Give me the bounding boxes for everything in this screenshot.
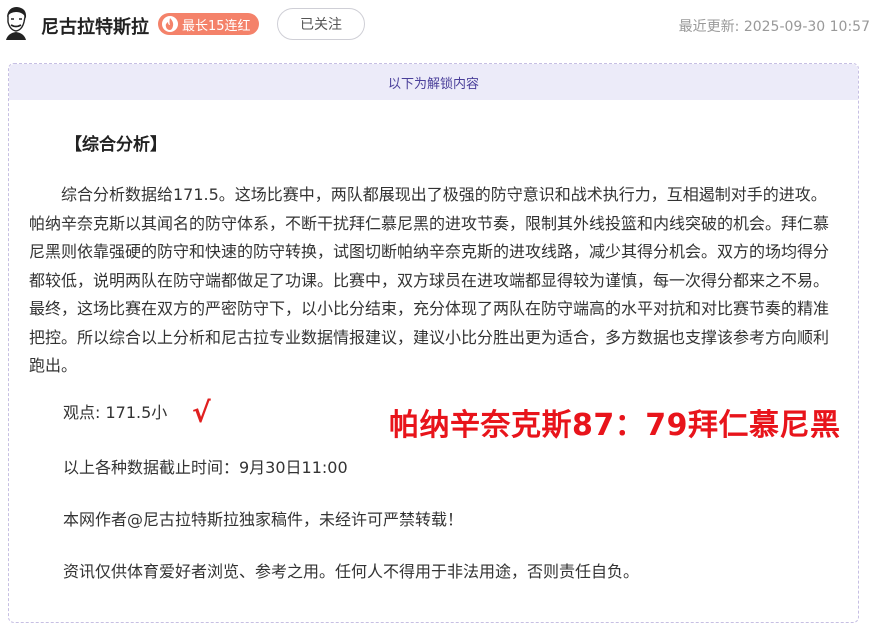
- streak-badge-label: 最长15连红: [182, 18, 251, 34]
- check-mark-icon: √: [192, 396, 211, 429]
- flame-icon: [162, 16, 178, 32]
- view-value: 171.5小: [105, 403, 168, 422]
- unlocked-content-box: 以下为解锁内容 【综合分析】 综合分析数据给171.5。这场比赛中，两队都展现出…: [8, 63, 859, 623]
- avatar[interactable]: [2, 6, 30, 40]
- author-header: 尼古拉特斯拉 最长15连红 已关注 最近更新: 2025-09-30 10:57: [0, 0, 875, 52]
- copyright-notice: 本网作者@尼古拉特斯拉独家稿件，未经许可严禁转载！: [63, 510, 464, 529]
- streak-badge: 最长15连红: [158, 13, 259, 35]
- match-result: 帕纳辛奈克斯87：79拜仁慕尼黑: [389, 408, 841, 443]
- section-title: 【综合分析】: [65, 135, 167, 155]
- last-update-time: 2025-09-30 10:57: [743, 19, 870, 35]
- disclaimer: 资讯仅供体育爱好者浏览、参考之用。任何人不得用于非法用途，否则责任自负。: [63, 562, 640, 581]
- unlock-notice: 以下为解锁内容: [9, 64, 858, 100]
- last-update: 最近更新: 2025-09-30 10:57: [679, 16, 870, 36]
- author-name[interactable]: 尼古拉特斯拉: [41, 13, 149, 39]
- follow-button[interactable]: 已关注: [277, 8, 365, 40]
- view-line: 观点: 171.5小: [63, 399, 167, 423]
- view-label: 观点:: [63, 403, 101, 422]
- data-cutoff-time: 以上各种数据截止时间：9月30日11:00: [63, 458, 348, 477]
- last-update-label: 最近更新:: [678, 19, 740, 35]
- analysis-paragraph: 综合分析数据给171.5。这场比赛中，两队都展现出了极强的防守意识和战术执行力，…: [29, 185, 830, 375]
